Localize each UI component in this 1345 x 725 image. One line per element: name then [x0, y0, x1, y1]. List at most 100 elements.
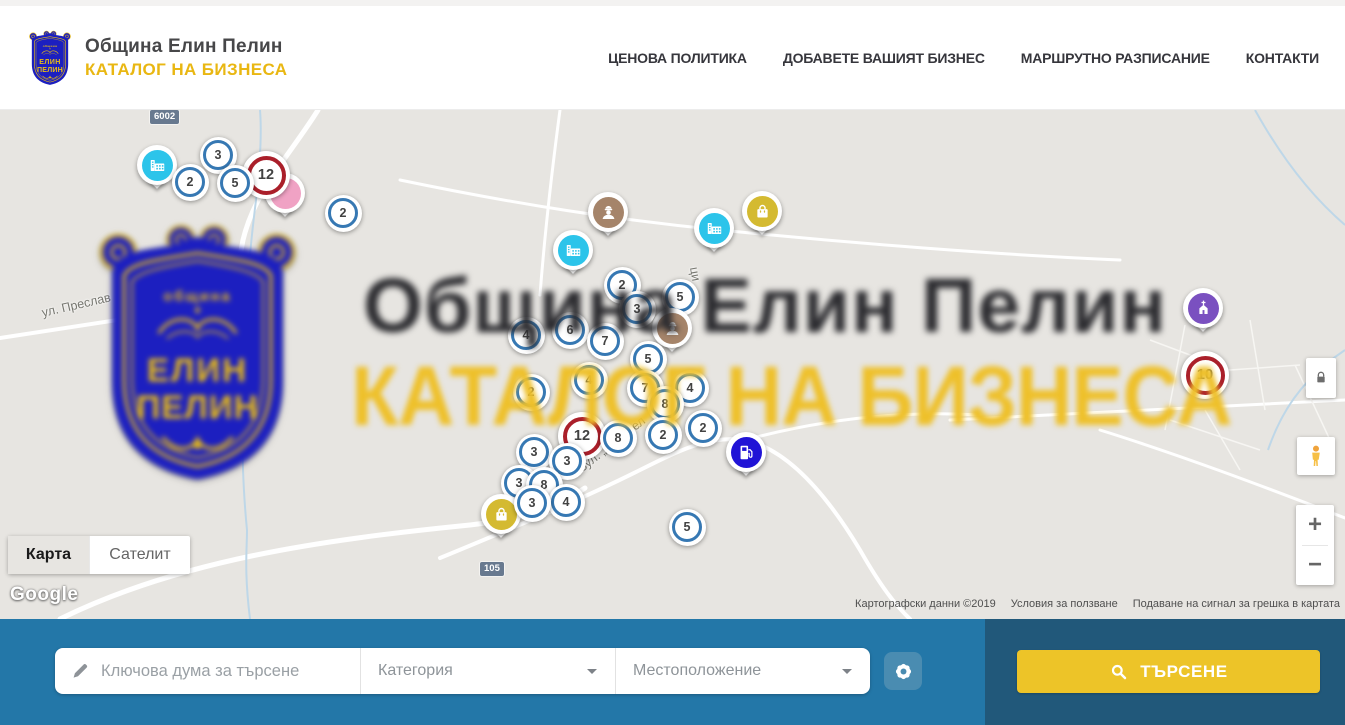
- street-label: ци: [687, 266, 703, 282]
- category-dropdown-label: Категория: [378, 662, 453, 680]
- municipality-crest-icon: [26, 28, 74, 87]
- search-bar: Категория Местоположение ТЪРСЕНЕ: [0, 619, 1345, 725]
- pencil-icon: [71, 662, 89, 680]
- cluster-marker[interactable]: 2: [513, 374, 550, 411]
- nav-item-route-schedule[interactable]: МАРШРУТНО РАЗПИСАНИЕ: [1021, 50, 1210, 66]
- cluster-ring: [517, 488, 547, 518]
- cluster-ring: [519, 437, 549, 467]
- business-pin-fuel[interactable]: [726, 432, 766, 484]
- cluster-ring: [551, 487, 581, 517]
- cluster-marker[interactable]: 2: [172, 164, 209, 201]
- shopping-bag-icon: [753, 202, 772, 221]
- worker-icon: [599, 203, 618, 222]
- cluster-marker[interactable]: 6: [552, 312, 589, 349]
- business-pin-bag[interactable]: [742, 191, 782, 243]
- cluster-ring: [555, 315, 585, 345]
- nav-item-add-business[interactable]: ДОБАВЕТЕ ВАШИЯТ БИЗНЕС: [783, 50, 985, 66]
- cluster-marker[interactable]: 2: [685, 410, 722, 447]
- cluster-marker[interactable]: 3: [619, 291, 656, 328]
- nav-item-pricing-policy[interactable]: ЦЕНОВА ПОЛИТИКА: [608, 50, 747, 66]
- business-pin-factory[interactable]: [553, 230, 593, 282]
- brand-subtitle: КАТАЛОГ НА БИЗНЕСА: [85, 60, 287, 80]
- cluster-ring: [574, 365, 604, 395]
- zoom-control: + −: [1296, 505, 1334, 585]
- keyword-search-input[interactable]: [99, 661, 360, 682]
- cluster-ring: [603, 423, 633, 453]
- search-button[interactable]: ТЪРСЕНЕ: [1017, 650, 1320, 693]
- keyword-field-wrap: [55, 648, 360, 694]
- cluster-marker[interactable]: 4: [571, 362, 608, 399]
- cluster-marker[interactable]: 4: [548, 484, 585, 521]
- cluster-marker[interactable]: 10: [1181, 351, 1229, 399]
- lock-icon: [1313, 370, 1329, 386]
- cluster-ring: [622, 294, 652, 324]
- cluster-ring: [328, 198, 358, 228]
- attribution-terms-link[interactable]: Условия за ползване: [1011, 598, 1118, 610]
- cluster-ring: [650, 389, 680, 419]
- attribution-report-link[interactable]: Подаване на сигнал за грешка в картата: [1133, 598, 1340, 610]
- google-logo[interactable]: Google: [10, 584, 78, 606]
- business-pin-church[interactable]: [1183, 288, 1223, 340]
- pegman-icon: [1304, 444, 1328, 468]
- cluster-marker[interactable]: 2: [325, 195, 362, 232]
- category-dropdown[interactable]: Категория: [360, 648, 615, 694]
- attribution-copyright: Картографски данни ©2019: [855, 598, 996, 610]
- pin-body: [652, 308, 692, 348]
- business-pin-factory[interactable]: [137, 145, 177, 197]
- cluster-marker[interactable]: 5: [217, 165, 254, 202]
- church-icon: [1194, 299, 1213, 318]
- road-number-badge: 6002: [150, 110, 179, 124]
- map-attribution: Картографски данни ©2019 Условия за полз…: [855, 598, 1340, 610]
- page: Община Елин Пелин КАТАЛОГ НА БИЗНЕСА ЦЕН…: [0, 0, 1345, 725]
- factory-icon: [705, 219, 724, 238]
- pin-body: [726, 432, 766, 472]
- factory-icon: [564, 241, 583, 260]
- pin-body: [694, 208, 734, 248]
- pin-body: [742, 191, 782, 231]
- map-type-map-button[interactable]: Карта: [8, 536, 90, 574]
- cluster-ring: [688, 413, 718, 443]
- cluster-ring: [516, 377, 546, 407]
- pin-body: [137, 145, 177, 185]
- brand-title: Община Елин Пелин: [85, 36, 287, 58]
- worker-icon: [663, 319, 682, 338]
- factory-icon: [148, 156, 167, 175]
- location-dropdown[interactable]: Местоположение: [615, 648, 870, 694]
- advanced-settings-button[interactable]: [884, 652, 922, 690]
- search-icon: [1109, 662, 1129, 682]
- cluster-marker[interactable]: 4: [508, 317, 545, 354]
- chevron-down-icon: [842, 669, 852, 674]
- cluster-ring: [672, 512, 702, 542]
- business-pin-worker[interactable]: [588, 192, 628, 244]
- nav-item-contacts[interactable]: КОНТАКТИ: [1246, 50, 1319, 66]
- business-pin-factory[interactable]: [694, 208, 734, 260]
- street-view-pegman-button[interactable]: [1297, 437, 1335, 475]
- cluster-marker[interactable]: 7: [587, 323, 624, 360]
- location-dropdown-label: Местоположение: [633, 662, 761, 680]
- pin-body: [553, 230, 593, 270]
- pin-body: [1183, 288, 1223, 328]
- search-fields: Категория Местоположение: [55, 648, 870, 694]
- header: Община Елин Пелин КАТАЛОГ НА БИЗНЕСА ЦЕН…: [0, 6, 1345, 110]
- cluster-marker[interactable]: 2: [645, 417, 682, 454]
- map-canvas[interactable]: 6002105ул. Преславбул. „Новоселци 325122…: [0, 110, 1345, 619]
- cluster-marker[interactable]: 5: [669, 509, 706, 546]
- shopping-bag-icon: [492, 505, 511, 524]
- road-number-badge: 105: [480, 562, 504, 576]
- cluster-marker[interactable]: 3: [514, 485, 551, 522]
- zoom-out-button[interactable]: −: [1296, 546, 1334, 586]
- cluster-marker[interactable]: 8: [600, 420, 637, 457]
- cluster-ring: [220, 168, 250, 198]
- cluster-ring: [1186, 356, 1225, 395]
- map-type-control: Карта Сателит: [8, 536, 190, 574]
- fuel-pump-icon: [737, 443, 756, 462]
- site-logo[interactable]: Община Елин Пелин КАТАЛОГ НА БИЗНЕСА: [26, 28, 287, 87]
- chevron-down-icon: [587, 669, 597, 674]
- main-nav: ЦЕНОВА ПОЛИТИКА ДОБАВЕТЕ ВАШИЯТ БИЗНЕС М…: [608, 50, 1319, 66]
- zoom-in-button[interactable]: +: [1296, 505, 1334, 545]
- map-type-satellite-button[interactable]: Сателит: [90, 536, 190, 574]
- pin-body: [588, 192, 628, 232]
- scroll-lock-button[interactable]: [1306, 358, 1336, 398]
- brand-text: Община Елин Пелин КАТАЛОГ НА БИЗНЕСА: [85, 36, 287, 80]
- cluster-ring: [175, 167, 205, 197]
